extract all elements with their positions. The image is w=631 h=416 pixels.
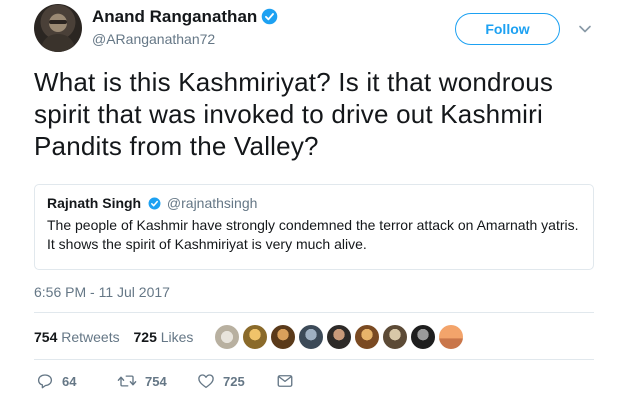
- retweet-count: 754: [145, 373, 167, 389]
- retweet-button[interactable]: 754: [117, 372, 167, 390]
- retweets-count[interactable]: 754: [34, 329, 57, 345]
- liker-avatar[interactable]: [382, 324, 408, 350]
- quoted-tweet[interactable]: Rajnath Singh @rajnathsingh The people o…: [34, 184, 594, 270]
- divider: [34, 312, 594, 313]
- tweet-timestamp[interactable]: 6:56 PM - 11 Jul 2017: [34, 284, 170, 300]
- reply-button[interactable]: 64: [36, 372, 76, 390]
- liker-avatar[interactable]: [410, 324, 436, 350]
- reply-icon: [37, 374, 53, 389]
- liker-avatar[interactable]: [242, 324, 268, 350]
- author-name[interactable]: Anand Ranganathan: [92, 7, 278, 27]
- tweet-text: What is this Kashmiriyat? Is it that won…: [34, 67, 554, 161]
- heart-icon: [198, 374, 214, 389]
- engagement-stats: 754 Retweets 725 Likes: [34, 329, 193, 345]
- divider: [34, 359, 594, 360]
- author-name-text[interactable]: Anand Ranganathan: [92, 7, 257, 26]
- like-button[interactable]: 725: [197, 372, 245, 390]
- retweet-icon: [117, 375, 137, 387]
- likes-count[interactable]: 725: [134, 329, 157, 345]
- quoted-tweet-header: Rajnath Singh @rajnathsingh: [47, 195, 581, 211]
- retweets-label[interactable]: Retweets: [61, 329, 119, 345]
- verified-badge-icon: [262, 8, 278, 25]
- liker-avatar[interactable]: [214, 324, 240, 350]
- quoted-tweet-text: The people of Kashmir have strongly cond…: [47, 217, 579, 252]
- liker-avatar[interactable]: [298, 324, 324, 350]
- quoted-author-handle[interactable]: @rajnathsingh: [167, 195, 258, 211]
- liker-avatar[interactable]: [438, 324, 464, 350]
- message-icon: [277, 375, 293, 387]
- quoted-author-name[interactable]: Rajnath Singh: [47, 195, 141, 211]
- likes-label[interactable]: Likes: [161, 329, 194, 345]
- liker-avatar[interactable]: [326, 324, 352, 350]
- reply-count: 64: [62, 373, 77, 389]
- author-avatar[interactable]: [34, 4, 82, 52]
- chevron-down-icon[interactable]: [578, 22, 592, 36]
- follow-button[interactable]: Follow: [455, 13, 560, 45]
- author-handle[interactable]: @ARanganathan72: [92, 31, 215, 47]
- liker-avatar[interactable]: [354, 324, 380, 350]
- like-count: 725: [223, 373, 245, 389]
- verified-badge-icon: [148, 197, 161, 210]
- message-button[interactable]: [276, 372, 294, 390]
- liker-avatar[interactable]: [270, 324, 296, 350]
